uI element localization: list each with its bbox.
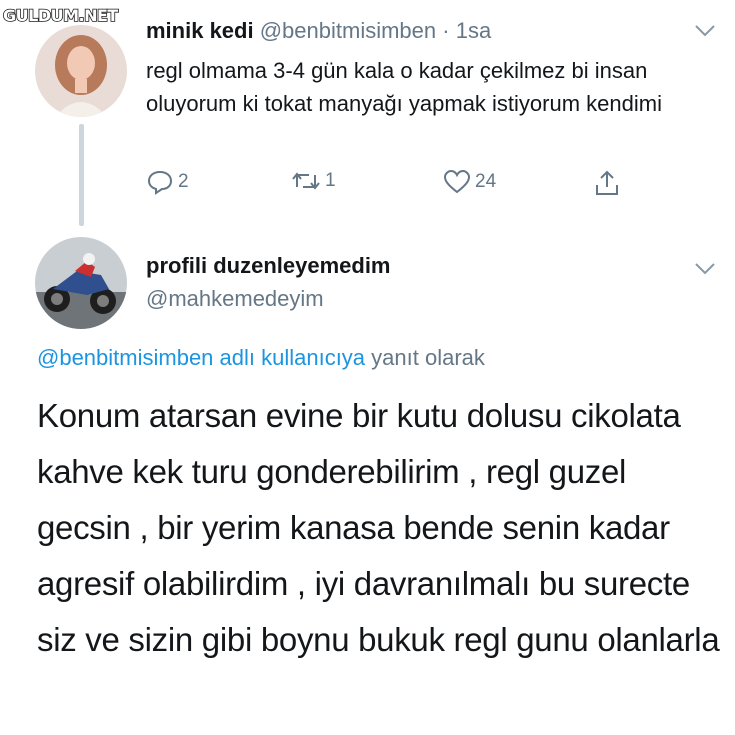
like-count: 24	[475, 171, 497, 192]
author-handle[interactable]: @benbitmisimben	[260, 18, 436, 43]
retweet-count: 1	[325, 170, 336, 191]
tweet-text: Konum atarsan evine bir kutu dolusu ciko…	[37, 397, 720, 658]
retweet-icon	[292, 172, 320, 190]
tweet-text: regl olmama 3-4 gün kala o kadar çekilme…	[146, 58, 662, 116]
share-icon	[596, 170, 618, 195]
avatar[interactable]	[35, 237, 127, 329]
share-button[interactable]	[593, 169, 625, 197]
tweet-time[interactable]: 1sa	[456, 18, 491, 43]
reply-icon	[147, 170, 173, 195]
author-name[interactable]: profili duzenleyemedim	[146, 253, 391, 279]
reply-count: 2	[178, 171, 189, 192]
site-watermark: GULDUM.NET	[2, 5, 119, 26]
thread-line	[79, 124, 84, 226]
chevron-down-icon[interactable]	[694, 24, 716, 38]
tweet-header: minik kedi @benbitmisimben · 1sa	[146, 18, 491, 44]
reply-button[interactable]: 2	[146, 169, 189, 195]
heart-icon	[443, 169, 471, 194]
separator: ·	[442, 18, 450, 43]
retweet-button[interactable]: 1	[291, 169, 336, 193]
replying-to: @benbitmisimben adlı kullanıcıya yanıt o…	[37, 345, 485, 371]
reply-to-mention[interactable]: @benbitmisimben adlı kullanıcıya	[37, 345, 365, 370]
chevron-down-icon[interactable]	[694, 262, 716, 276]
reply-to-suffix: yanıt olarak	[371, 345, 485, 370]
author-handle[interactable]: @mahkemedeyim	[146, 286, 324, 312]
avatar[interactable]	[35, 25, 127, 117]
like-button[interactable]: 24	[443, 169, 496, 195]
author-name[interactable]: minik kedi	[146, 18, 254, 43]
